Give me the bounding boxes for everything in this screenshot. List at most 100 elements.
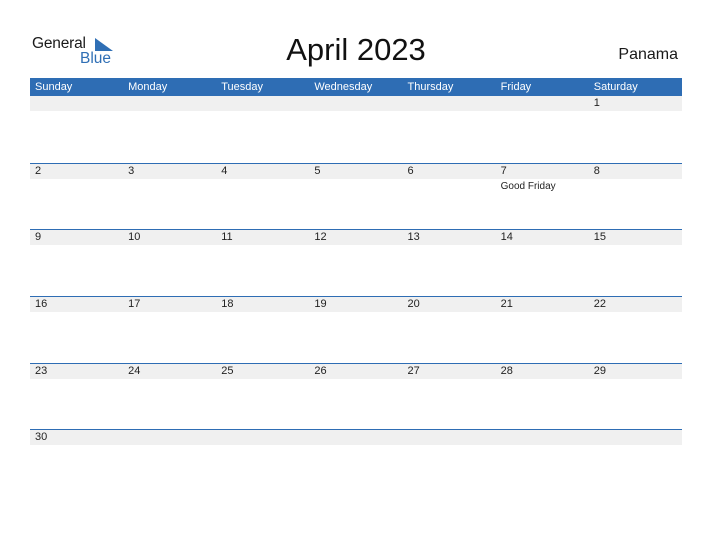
weekday-thursday: Thursday (407, 81, 454, 93)
day-number: 30 (35, 431, 48, 444)
day-number (221, 430, 309, 445)
week-row: 2 3 4 5 6 7 Good Friday 8 (30, 162, 682, 230)
day-cell (589, 430, 682, 445)
day-number: 9 (35, 231, 42, 244)
day-number (314, 96, 402, 111)
day-number (314, 430, 402, 445)
weekday-friday: Friday (500, 81, 532, 93)
day-cell[interactable]: 4 (216, 164, 309, 194)
week-cells: 9 10 11 12 13 14 15 (30, 230, 682, 245)
day-cell[interactable]: 8 (589, 164, 682, 194)
day-cell (30, 96, 123, 111)
day-cell[interactable]: 15 (589, 230, 682, 245)
day-cell[interactable]: 11 (216, 230, 309, 245)
day-number: 14 (500, 231, 513, 244)
day-number: 1 (593, 97, 600, 109)
day-number (501, 96, 589, 111)
day-number: 23 (35, 364, 48, 377)
day-cell[interactable]: 23 (30, 364, 123, 379)
day-number: 29 (593, 364, 606, 377)
day-number: 17 (128, 298, 141, 311)
day-number (128, 430, 216, 445)
day-cell[interactable]: 9 (30, 230, 123, 245)
day-number: 7 (500, 164, 507, 177)
day-cell[interactable]: 10 (123, 230, 216, 245)
country-label: Panama (618, 46, 678, 63)
week-cells: 23 24 25 26 27 28 29 (30, 364, 682, 379)
week-cells: 30 (30, 430, 682, 445)
day-cell[interactable]: 17 (123, 297, 216, 312)
day-number: 20 (407, 298, 420, 311)
day-number: 15 (593, 231, 606, 244)
day-cell[interactable]: 5 (309, 164, 402, 194)
day-number: 25 (221, 364, 234, 377)
week-cells: 1 (30, 96, 682, 111)
weekday-tuesday: Tuesday (221, 81, 264, 93)
day-cell (309, 96, 402, 111)
day-cell[interactable]: 12 (309, 230, 402, 245)
day-cell[interactable]: 27 (403, 364, 496, 379)
calendar-title: April 2023 (286, 32, 426, 67)
day-number: 24 (128, 364, 141, 377)
week-row: 23 24 25 26 27 28 29 (30, 362, 682, 430)
week-row: 1 (30, 96, 682, 163)
day-number: 4 (221, 164, 228, 177)
day-cell[interactable]: 28 (496, 364, 589, 379)
day-number: 2 (35, 164, 42, 177)
day-number (501, 430, 589, 445)
weekday-monday: Monday (128, 81, 168, 93)
day-cell (216, 430, 309, 445)
day-cell[interactable]: 25 (216, 364, 309, 379)
day-cell[interactable]: 3 (123, 164, 216, 194)
day-number: 5 (314, 164, 321, 177)
day-number: 3 (128, 164, 135, 177)
calendar-grid: Sunday Monday Tuesday Wednesday Thursday Frid… (30, 78, 682, 446)
week-row: 30 (30, 429, 682, 446)
day-cell[interactable]: 29 (589, 364, 682, 379)
day-cell[interactable]: 14 (496, 230, 589, 245)
day-number: 10 (128, 231, 141, 244)
week-row: 9 10 11 12 13 14 15 (30, 229, 682, 296)
day-number: 28 (500, 364, 513, 377)
day-cell[interactable]: 30 (30, 430, 123, 445)
day-number (221, 96, 309, 111)
day-cell[interactable]: 22 (589, 297, 682, 312)
holiday-label: Good Friday (500, 180, 556, 192)
day-cell[interactable]: 6 (403, 164, 496, 194)
day-cell[interactable]: 7 Good Friday (496, 164, 589, 194)
day-number: 27 (407, 364, 420, 377)
day-number (408, 430, 496, 445)
day-cell (123, 430, 216, 445)
day-cell[interactable]: 20 (403, 297, 496, 312)
day-cell[interactable]: 19 (309, 297, 402, 312)
day-cell[interactable]: 1 (589, 96, 682, 111)
day-number: 22 (593, 298, 606, 311)
day-number: 19 (314, 298, 327, 311)
day-cell[interactable]: 21 (496, 297, 589, 312)
day-cell[interactable]: 26 (309, 364, 402, 379)
day-number (128, 96, 216, 111)
day-cell[interactable]: 16 (30, 297, 123, 312)
day-cell (403, 96, 496, 111)
day-cell[interactable]: 13 (403, 230, 496, 245)
weekday-saturday: Saturday (593, 81, 638, 93)
day-number (35, 96, 123, 111)
day-number: 12 (314, 231, 327, 244)
day-cell[interactable]: 18 (216, 297, 309, 312)
day-number (594, 430, 682, 445)
day-cell (216, 96, 309, 111)
day-cell[interactable]: 24 (123, 364, 216, 379)
weekday-sunday: Sunday (35, 81, 73, 93)
week-cells: 16 17 18 19 20 21 22 (30, 297, 682, 312)
day-number: 11 (221, 231, 233, 244)
day-cell (123, 96, 216, 111)
day-number: 16 (35, 298, 48, 311)
day-cell[interactable]: 2 (30, 164, 123, 194)
weeks-container: 1 2 3 4 5 6 7 Good Friday 8 9 10 11 12 13 14 15 16 17 18 19… (30, 96, 682, 446)
day-number: 21 (500, 298, 513, 311)
day-cell (309, 430, 402, 445)
weekday-wednesday: Wednesday (314, 81, 373, 93)
week-row: 16 17 18 19 20 21 22 (30, 296, 682, 363)
day-number: 6 (407, 164, 414, 177)
day-number: 8 (593, 164, 600, 177)
